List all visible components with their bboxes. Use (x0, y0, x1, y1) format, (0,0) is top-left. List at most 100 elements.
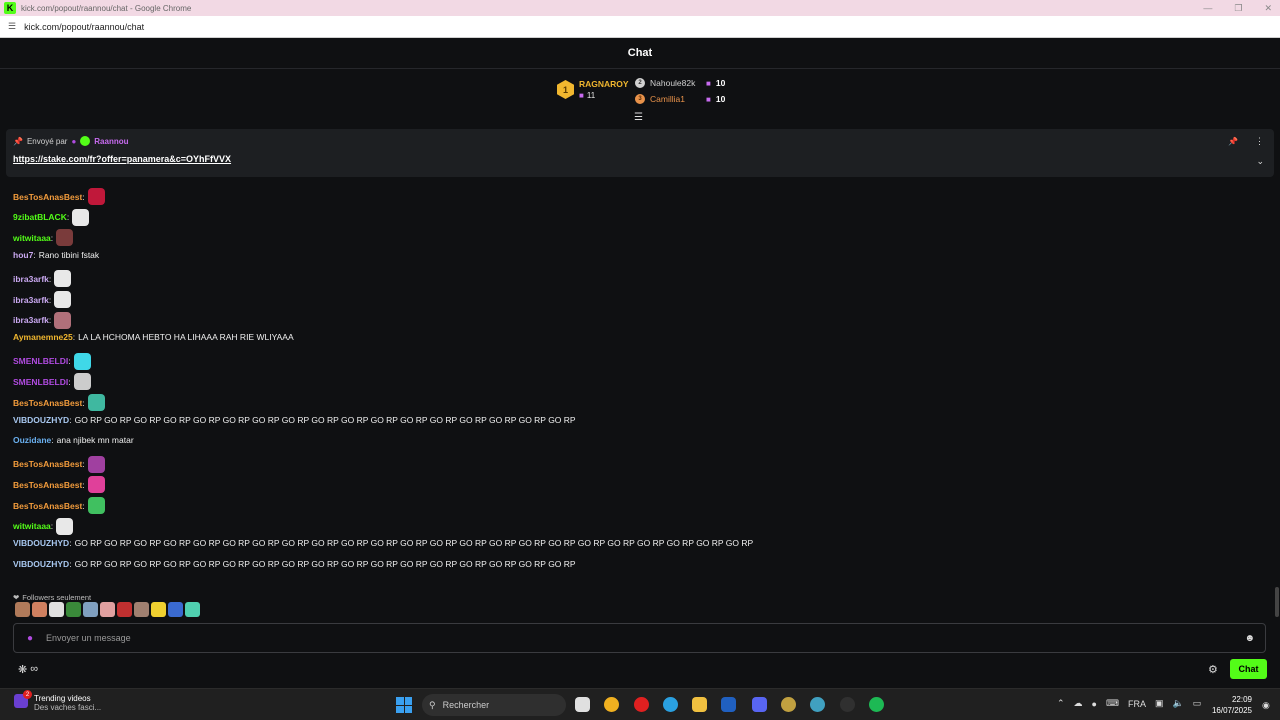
emote-icon[interactable] (54, 311, 72, 329)
message-username[interactable]: hou7 (13, 250, 33, 260)
chrome-icon[interactable] (604, 697, 619, 712)
send-chat-button[interactable]: Chat (1230, 659, 1267, 679)
emote-icon[interactable] (73, 373, 91, 391)
message-input-box[interactable]: ● ☻ (13, 623, 1266, 653)
file-explorer-icon[interactable] (692, 697, 707, 712)
microphone-icon[interactable]: ● (1092, 699, 1097, 709)
quick-emote-icon[interactable] (151, 602, 166, 617)
quick-emote-icon[interactable] (15, 602, 30, 617)
emote-icon[interactable] (54, 270, 72, 288)
opera-icon[interactable] (634, 697, 649, 712)
battery-icon[interactable]: ▭ (1193, 698, 1202, 709)
message-username[interactable]: 9zibatBLACK (13, 212, 67, 222)
chat-message: VIBDOUZHYD: GO RP GO RP GO RP GO RP GO RP… (13, 415, 576, 425)
more-options-icon[interactable]: ⋮ (1255, 136, 1264, 147)
emote-icon[interactable] (87, 394, 105, 411)
site-settings-icon[interactable]: ☰ (8, 21, 16, 32)
store-icon[interactable] (721, 697, 736, 712)
discord-icon[interactable] (752, 697, 767, 712)
taskbar-search[interactable]: ⚲ Rechercher (422, 694, 566, 716)
quick-emote-icon[interactable] (66, 602, 81, 617)
quick-emote-icon[interactable] (49, 602, 64, 617)
message-username[interactable]: VIBDOUZHYD (13, 538, 69, 548)
volume-icon[interactable]: 🔈 (1173, 698, 1184, 709)
message-username[interactable]: ibra3arfk (13, 274, 49, 284)
kick-favicon-icon: K (4, 2, 16, 14)
message-username[interactable]: witwitaaa (13, 521, 51, 531)
quick-emote-icon[interactable] (185, 602, 200, 617)
windows-start-icon[interactable] (396, 697, 412, 713)
quick-emote-icon[interactable] (168, 602, 183, 617)
url-text[interactable]: kick.com/popout/raannou/chat (24, 22, 144, 32)
chat-message: SMENLBELDI: (13, 373, 91, 391)
chrome-profile-2-icon[interactable] (810, 697, 825, 712)
message-username[interactable]: VIBDOUZHYD (13, 559, 69, 569)
emote-icon[interactable] (87, 455, 105, 473)
emote-icon[interactable] (54, 291, 72, 308)
maximize-icon[interactable]: ❐ (1234, 3, 1242, 14)
leaderboard-third[interactable]: 3 Camillia1 ■ 10 (635, 94, 725, 104)
emote-icon[interactable] (73, 352, 91, 370)
infinity-icon[interactable]: ∞ (30, 663, 38, 676)
message-username[interactable]: witwitaaa (13, 233, 51, 243)
trending-subtitle: Des vaches fasci... (34, 703, 102, 712)
quick-emote-icon[interactable] (117, 602, 132, 617)
cloud-icon[interactable]: ☁ (1074, 698, 1083, 709)
chat-scrollbar[interactable] (1275, 587, 1279, 617)
keyboard-icon[interactable]: ⌨ (1106, 698, 1119, 709)
pinned-link[interactable]: https://stake.com/fr?offer=panamera&c=OY… (13, 154, 231, 164)
message-text: GO RP GO RP GO RP GO RP GO RP GO RP GO R… (74, 414, 576, 425)
message-username[interactable]: BesTosAnasBest (13, 480, 82, 490)
quick-emote-icon[interactable] (32, 602, 47, 617)
chat-message: witwitaaa: (13, 229, 74, 247)
pinned-sender[interactable]: Raannou (94, 137, 128, 146)
gear-icon[interactable]: ⚙ (1208, 663, 1218, 676)
message-username[interactable]: SMENLBELDI (13, 356, 68, 366)
system-clock[interactable]: 22:09 16/07/2025 (1208, 694, 1252, 716)
app-icon[interactable] (840, 697, 855, 712)
message-username[interactable]: Ouzidane (13, 435, 51, 445)
language-indicator[interactable]: FRA (1128, 699, 1146, 709)
chrome-profile-icon[interactable] (781, 697, 796, 712)
task-view-icon[interactable] (575, 697, 590, 712)
quick-emote-icon[interactable] (134, 602, 149, 617)
widgets-trending[interactable]: 2 Trending videos Des vaches fasci... (14, 690, 102, 712)
message-username[interactable]: BesTosAnasBest (13, 501, 82, 511)
chevron-up-icon[interactable]: ⌃ (1057, 698, 1065, 709)
kick-points-icon[interactable]: ❋ (18, 663, 27, 676)
heart-icon: ❤ (13, 593, 20, 602)
message-username[interactable]: ibra3arfk (13, 315, 49, 325)
message-username[interactable]: SMENLBELDI (13, 377, 68, 387)
quick-emote-bar (15, 602, 200, 617)
message-text: GO RP GO RP GO RP GO RP GO RP GO RP GO R… (74, 558, 576, 569)
message-username[interactable]: BesTosAnasBest (13, 398, 82, 408)
emoji-picker-icon[interactable]: ☻ (1244, 633, 1255, 644)
collapse-leaderboard-icon[interactable]: ☰ (634, 112, 643, 123)
close-icon[interactable]: ✕ (1264, 3, 1272, 14)
quick-emote-icon[interactable] (83, 602, 98, 617)
emote-icon[interactable] (56, 517, 74, 535)
emote-icon[interactable] (87, 476, 105, 494)
minimize-icon[interactable]: — (1203, 3, 1212, 13)
message-username[interactable]: BesTosAnasBest (13, 192, 82, 202)
address-bar[interactable]: ☰ kick.com/popout/raannou/chat (0, 16, 1280, 38)
emote-icon[interactable] (87, 497, 105, 514)
message-username[interactable]: Aymanemne25 (13, 332, 73, 342)
emote-icon[interactable] (72, 208, 90, 226)
unpin-icon[interactable]: 📌 (1228, 137, 1238, 146)
message-username[interactable]: ibra3arfk (13, 295, 49, 305)
notifications-icon[interactable]: ◉ (1262, 700, 1270, 711)
spotify-icon[interactable] (869, 697, 884, 712)
chevron-down-icon[interactable]: ⌄ (1256, 156, 1264, 167)
quick-emote-icon[interactable] (100, 602, 115, 617)
message-input[interactable] (46, 633, 1197, 643)
chat-message: SMENLBELDI: (13, 352, 91, 370)
edge-icon[interactable] (663, 697, 678, 712)
network-icon[interactable]: ▣ (1155, 698, 1164, 709)
leaderboard-second[interactable]: 2 Nahoule82k ■ 10 (635, 78, 725, 88)
message-username[interactable]: VIBDOUZHYD (13, 415, 69, 425)
emote-icon[interactable] (56, 229, 74, 247)
leaderboard-first[interactable]: 1 RAGNAROY ■ 11 (557, 79, 629, 100)
emote-icon[interactable] (87, 188, 105, 205)
message-username[interactable]: BesTosAnasBest (13, 459, 82, 469)
